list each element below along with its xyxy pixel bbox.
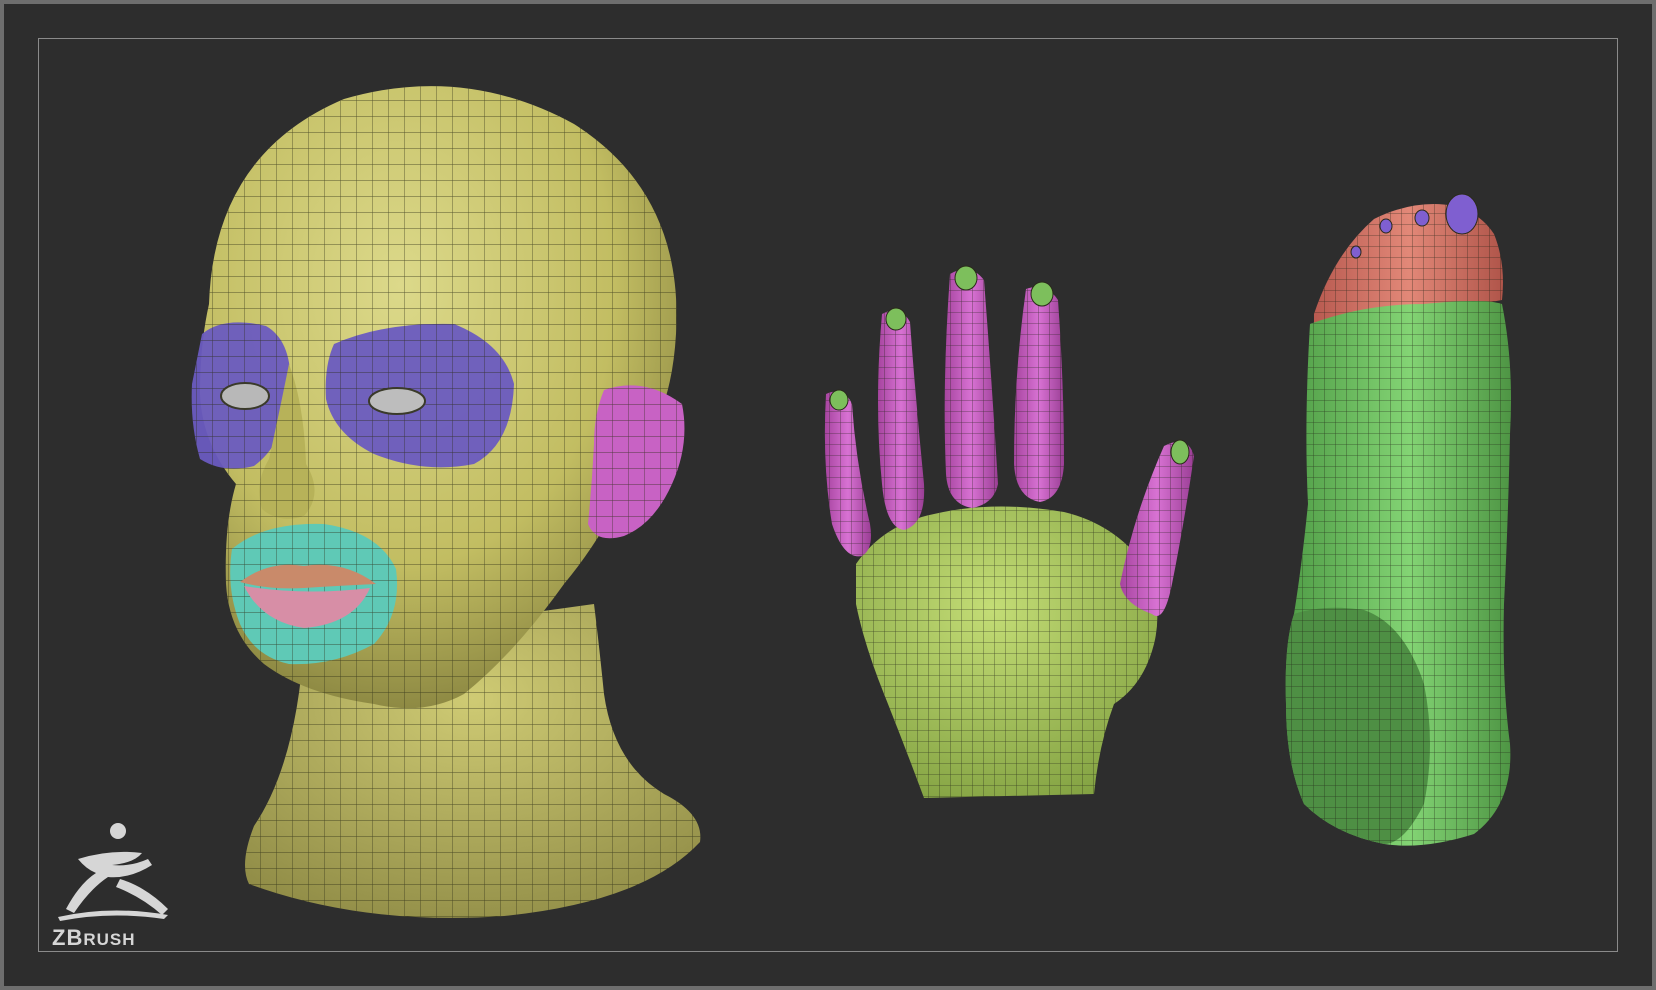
zbrush-logo: ZBRUSH bbox=[50, 819, 190, 954]
zbrush-runner-logo-icon bbox=[58, 823, 168, 921]
zbrush-logo-text: ZBRUSH bbox=[52, 925, 136, 950]
frame-border bbox=[38, 38, 1618, 952]
render-viewport: ZBRUSH bbox=[4, 4, 1652, 986]
